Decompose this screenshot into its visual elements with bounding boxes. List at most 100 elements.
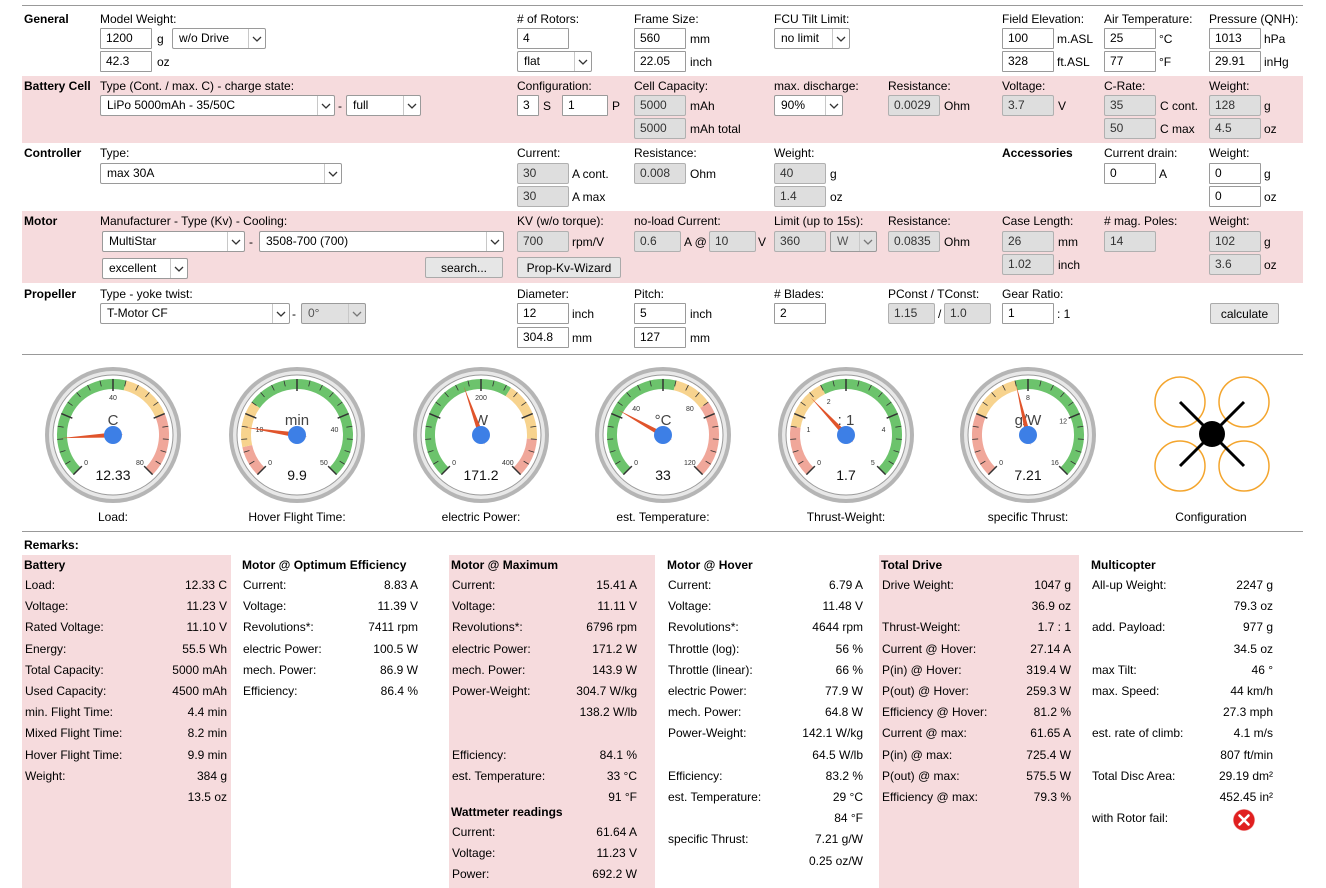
result-label: Efficiency:: [668, 768, 723, 783]
gauge-3: 0 200 400 W 171.2: [411, 365, 551, 505]
result-label: Efficiency @ Hover:: [882, 705, 988, 720]
result-value: 7411 rpm: [368, 620, 418, 635]
prop-type-select[interactable]: T-Motor CF: [100, 303, 290, 324]
battery-weight-oz-field: 4.5: [1209, 118, 1261, 139]
result-row: mech. Power: 64.8 W: [665, 705, 871, 721]
motor-weight-oz-field: 3.6: [1209, 254, 1261, 275]
result-value: 91 °F: [608, 790, 637, 804]
result-label: max Tilt:: [1092, 662, 1137, 677]
frame-inch-input[interactable]: 22.05: [634, 51, 686, 72]
accessories-weight-g-input[interactable]: 0: [1209, 163, 1261, 184]
motor-manufacturer-select[interactable]: MultiStar: [102, 231, 245, 252]
result-row: Mixed Flight Time: 8.2 min: [22, 726, 231, 742]
controller-resistance-field: 0.008: [634, 163, 686, 184]
chevron-down-icon: [348, 304, 365, 323]
gauge-dial: 0200400W171.2: [413, 367, 549, 503]
result-row: Used Capacity: 4500 mAh: [22, 684, 231, 700]
controller-weight-g-field: 40: [774, 163, 826, 184]
noload-v-unit: V: [758, 235, 767, 249]
fcu-select[interactable]: no limit: [774, 28, 850, 49]
controller-type-select[interactable]: max 30A: [100, 163, 342, 184]
cells-serial-input[interactable]: 3: [517, 95, 539, 116]
gauge-tick-label: 80: [686, 406, 694, 413]
model-weight-g-input[interactable]: 1200: [100, 28, 152, 49]
gauge-tick-label: 40: [331, 427, 339, 434]
result-label: Used Capacity:: [25, 684, 107, 698]
c-rate-max-field: 50: [1104, 118, 1156, 139]
result-row: electric Power: 77.9 W: [665, 684, 871, 700]
motor-manufacturer-value: MultiStar: [109, 234, 157, 248]
yoke-twist-select[interactable]: 0°: [301, 303, 366, 324]
elevation-ft-input[interactable]: 328: [1002, 51, 1054, 72]
diameter-mm-input[interactable]: 304.8: [517, 327, 569, 348]
max-discharge-select[interactable]: 90%: [774, 95, 843, 116]
result-label: Throttle (log):: [668, 641, 740, 656]
mah-unit: mAh: [690, 99, 715, 113]
result-label: Hover Flight Time:: [25, 747, 123, 762]
pconst-tconst-label: PConst / TConst:: [888, 287, 980, 301]
search-button[interactable]: search...: [425, 257, 503, 278]
battery-type-select[interactable]: LiPo 5000mAh - 35/50C: [100, 95, 335, 116]
result-label: Efficiency:: [243, 684, 298, 698]
result-row: 84 °F: [665, 811, 871, 827]
gauge-dial: 040 80120°C33: [595, 367, 731, 503]
accessories-weight-oz-input[interactable]: 0: [1209, 186, 1261, 207]
result-label: max. Speed:: [1092, 684, 1160, 698]
controller-current-max-field: 30: [517, 186, 569, 207]
model-weight-oz-input[interactable]: 42.3: [100, 51, 152, 72]
pitch-inch-input[interactable]: 5: [634, 303, 686, 324]
drive-mode-select[interactable]: w/o Drive: [172, 28, 266, 49]
result-label: Voltage:: [668, 599, 712, 614]
calculate-button[interactable]: calculate: [1210, 303, 1279, 324]
result-value: 79.3 %: [1033, 790, 1071, 804]
chevron-down-icon: [317, 96, 334, 115]
air-temp-c-input[interactable]: 25: [1104, 28, 1156, 49]
result-value: 83.2 %: [825, 768, 863, 783]
result-value: 64.5 W/lb: [812, 747, 863, 762]
air-temp-f-input[interactable]: 77: [1104, 51, 1156, 72]
blades-input[interactable]: 2: [774, 303, 826, 324]
case-mm-unit: mm: [1058, 235, 1078, 249]
gauge-tick-label: 16: [1051, 460, 1059, 467]
result-row: 36.9 oz: [879, 599, 1079, 615]
motor-type-select[interactable]: 3508-700 (700): [259, 231, 504, 252]
result-value: 86.4 %: [380, 684, 418, 698]
pressure-hpa-input[interactable]: 1013: [1209, 28, 1261, 49]
gear-ratio-input[interactable]: 1: [1002, 303, 1054, 324]
result-row: Voltage: 11.39 V: [240, 599, 440, 615]
result-row: mech. Power: 143.9 W: [449, 663, 655, 679]
result-row: Total Capacity: 5000 mAh: [22, 663, 231, 679]
frame-type-select[interactable]: flat: [517, 51, 592, 72]
cell-capacity-field[interactable]: 5000: [634, 95, 686, 116]
result-value: 4644 rpm: [812, 620, 863, 635]
noload-voltage-field: 10: [709, 231, 756, 252]
cooling-select[interactable]: excellent: [102, 258, 188, 279]
rotors-input[interactable]: 4: [517, 28, 569, 49]
result-label: Drive Weight:: [882, 578, 954, 592]
chevron-down-icon: [486, 232, 503, 251]
result-value: 6.79 A: [828, 578, 863, 592]
column-title: Motor @ Hover: [667, 558, 753, 572]
result-value: 64.8 W: [824, 705, 863, 720]
prop-kv-wizard-button[interactable]: Prop-Kv-Wizard: [517, 257, 621, 278]
gauge-dial: 04080C12.33: [45, 367, 181, 503]
kv-label: KV (w/o torque):: [517, 214, 604, 228]
results-column: Motor @ Hover Current: 6.79 A Voltage: 11.48…: [665, 555, 871, 888]
result-value: 171.2 W: [592, 641, 637, 656]
battery-dash: -: [338, 99, 342, 113]
frame-mm-input[interactable]: 560: [634, 28, 686, 49]
current-drain-input[interactable]: 0: [1104, 163, 1156, 184]
limit-unit-select[interactable]: W: [830, 231, 877, 252]
battery-type-label: Type (Cont. / max. C) - charge state:: [100, 79, 295, 93]
elevation-m-input[interactable]: 100: [1002, 28, 1054, 49]
diameter-inch-input[interactable]: 12: [517, 303, 569, 324]
column-title: Battery: [24, 558, 66, 572]
gauge-label: electric Power:: [441, 510, 521, 524]
result-value: 692.2 W: [592, 867, 637, 882]
battery-weight-label: Weight:: [1209, 79, 1250, 93]
charge-state-select[interactable]: full: [346, 95, 421, 116]
pitch-mm-input[interactable]: 127: [634, 327, 686, 348]
pressure-inhg-input[interactable]: 29.91: [1209, 51, 1261, 72]
cooling-value: excellent: [109, 261, 157, 275]
cells-parallel-input[interactable]: 1: [562, 95, 608, 116]
